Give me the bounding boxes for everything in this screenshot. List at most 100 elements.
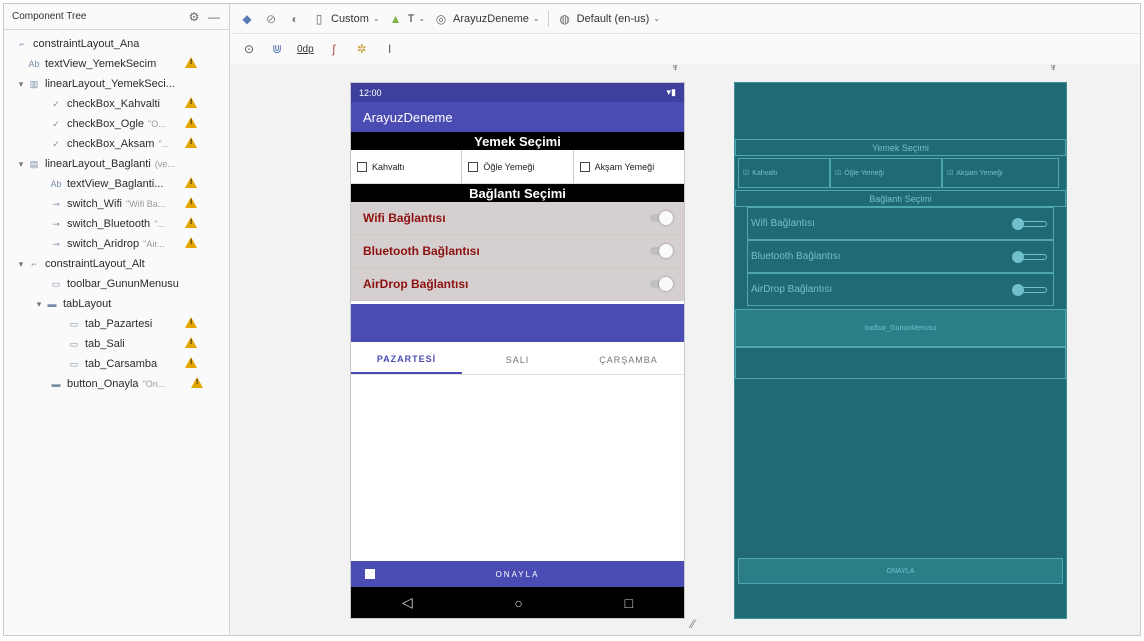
constraint-layout-icon: ⌐	[31, 259, 37, 269]
back-icon[interactable]: ◁	[402, 594, 413, 611]
tab-layout: PAZARTESİ SALI ÇARŞAMBA	[351, 345, 684, 375]
device-selector[interactable]: ▯ Custom ⌄	[311, 11, 380, 27]
chevron-down-icon[interactable]: ▾	[16, 159, 26, 170]
blueprint-baglanti-title: Bağlantı Seçimi	[735, 190, 1066, 207]
tree-item-tab-pazartesi[interactable]: ▭ tab_Pazartesi	[4, 314, 229, 334]
tree-item-checkbox-aksam[interactable]: ✓ checkBox_Aksam "...	[4, 134, 229, 154]
tree-item-constraintlayout-ana[interactable]: ⌐ constraintLayout_Ana	[4, 34, 229, 54]
button-icon: ▬	[51, 379, 61, 389]
tree-item-switch-bluetooth[interactable]: ⊸ switch_Bluetooth "...	[4, 214, 229, 234]
resize-handle-icon[interactable]: ⁄⁄	[691, 617, 695, 631]
checkbox-box	[357, 161, 367, 172]
tree-item-linearlayout-baglanti[interactable]: ▾ ▤ linearLayout_Baglanti (ve...	[4, 154, 229, 174]
tab-icon: ▭	[69, 338, 79, 349]
toggle-switch[interactable]	[650, 244, 673, 258]
textview-icon: Ab	[28, 59, 40, 69]
tree-item-linearlayout-yemeksecim[interactable]: ▾ ▥ linearLayout_YemekSeci...	[4, 74, 229, 94]
toggle-switch[interactable]	[650, 277, 673, 291]
infer-constraints-icon[interactable]: ✲	[354, 41, 370, 57]
tree-item-toolbar-gununmenusu[interactable]: ▭ toolbar_GununMenusu	[4, 274, 229, 294]
checkbox-aksam[interactable]: Akşam Yemeği	[574, 150, 684, 183]
checkbox-icon: ☑	[947, 170, 954, 177]
theme-selector[interactable]: ◎ ArayuzDeneme ⌄	[433, 11, 540, 27]
warning-icon[interactable]	[191, 377, 203, 388]
clear-constraints-icon[interactable]: ʃ	[326, 41, 342, 57]
chevron-down-icon[interactable]: ▾	[16, 259, 26, 270]
blueprint-checkbox-ogle: ☑ Öğle Yemeği	[830, 158, 942, 188]
blueprint-preview[interactable]: Yemek Seçimi ☑ Kahvaltı ☑ Öğle Yemeği ☑ Akş…	[734, 82, 1067, 619]
default-margin-button[interactable]: 0dp	[297, 44, 314, 55]
tree-item-tablayout[interactable]: ▾ ▬ tabLayout	[4, 294, 229, 314]
tree-item-checkbox-kahvalti[interactable]: ✓ checkBox_Kahvalti	[4, 94, 229, 114]
switch-icon: ⊸	[52, 218, 60, 229]
warning-icon[interactable]	[185, 57, 197, 68]
warning-icon[interactable]	[185, 177, 197, 188]
constraint-toolbar: ⊙ ⋓ 0dp ʃ ✲ I	[231, 35, 1140, 63]
home-icon[interactable]: ○	[514, 595, 522, 611]
switch-wifi[interactable]: Wifi Bağlantısı	[351, 202, 684, 235]
blueprint-tablayout	[735, 347, 1066, 379]
switch-bluetooth[interactable]: Bluetooth Bağlantısı	[351, 235, 684, 268]
linear-layout-icon: ▥	[29, 78, 39, 89]
checkbox-kahvalti[interactable]: Kahvaltı	[351, 150, 463, 183]
navigation-bar: ◁ ○ □	[351, 587, 684, 618]
layers-icon[interactable]: ◆	[239, 11, 255, 27]
tree-item-tab-carsamba[interactable]: ▭ tab_Carsamba	[4, 354, 229, 374]
tree-item-textview-baglanti[interactable]: Ab textView_Baglanti...	[4, 174, 229, 194]
blueprint-onayla-button: ONAYLA	[738, 558, 1063, 584]
phone-design-preview[interactable]: 12:00 ▾▮ ArayuzDeneme Yemek Seçimi Kahva…	[350, 82, 685, 619]
chevron-down-icon[interactable]: ▾	[34, 299, 44, 310]
chevron-down-icon[interactable]: ▾	[16, 79, 26, 90]
warning-icon[interactable]	[185, 317, 197, 328]
tree-item-checkbox-ogle[interactable]: ✓ checkBox_Ogle "O...	[4, 114, 229, 134]
constraint-layout-icon: ⌐	[19, 39, 25, 49]
chevron-down-icon: ⌄	[653, 14, 661, 23]
switch-airdrop[interactable]: AirDrop Bağlantısı	[351, 268, 684, 301]
settings-icon[interactable]: ⚙	[187, 10, 201, 24]
recents-icon[interactable]: □	[625, 595, 633, 611]
checkbox-box	[468, 161, 479, 172]
status-time: 12:00	[359, 87, 382, 98]
warning-icon[interactable]	[185, 217, 197, 228]
warning-icon[interactable]	[185, 197, 197, 208]
onayla-button[interactable]: ONAYLA	[351, 561, 684, 587]
layout-editor: Component Tree ⚙ — ⌐ constraintLayout_An…	[3, 3, 1141, 636]
eye-icon[interactable]: ⊙	[241, 41, 257, 57]
warning-icon[interactable]	[185, 337, 197, 348]
warning-icon[interactable]	[185, 137, 197, 148]
pin-icon: ♆	[671, 62, 680, 74]
tree-item-tab-sali[interactable]: ▭ tab_Sali	[4, 334, 229, 354]
blueprint-checkbox-kahvalti: ☑ Kahvaltı	[738, 158, 830, 188]
theme-icon: ◎	[435, 11, 447, 26]
orientation-icon[interactable]: ⊘	[263, 11, 279, 27]
locale-selector[interactable]: ◍ Default (en-us) ⌄	[557, 11, 660, 27]
tree-item-switch-aridrop[interactable]: ⊸ switch_Aridrop "Air...	[4, 234, 229, 254]
toggle-switch	[1012, 217, 1047, 230]
tree-item-constraintlayout-alt[interactable]: ▾ ⌐ constraintLayout_Alt	[4, 254, 229, 274]
blueprint-yemek-title: Yemek Seçimi	[735, 139, 1066, 156]
warning-icon[interactable]	[185, 117, 197, 128]
design-toolbar: ◆ ⊘ ◐ ▯ Custom ⌄ ▲ T ⌄ ◎ ArayuzDeneme ⌄ ◍ D…	[231, 4, 1140, 34]
warning-icon[interactable]	[185, 357, 197, 368]
toggle-switch[interactable]	[650, 211, 673, 225]
tree-item-textview-yemeksecim[interactable]: Ab textView_YemekSecim	[4, 54, 229, 74]
api-selector[interactable]: ▲ T ⌄	[388, 11, 425, 27]
tab-icon: ▭	[69, 358, 79, 369]
tab-pazartesi[interactable]: PAZARTESİ	[351, 345, 462, 374]
toggle-switch	[1012, 283, 1047, 296]
component-tree-title: Component Tree	[12, 11, 87, 22]
tab-carsamba[interactable]: ÇARŞAMBA	[573, 345, 684, 374]
toolbar-gunun-menusu[interactable]	[351, 304, 684, 342]
tree-item-switch-wifi[interactable]: ⊸ switch_Wifi "Wifi Ba...	[4, 194, 229, 214]
magnet-icon[interactable]: ⋓	[269, 41, 285, 57]
blueprint-switch-airdrop: AirDrop Bağlantısı	[747, 273, 1054, 306]
collapse-icon[interactable]: —	[207, 10, 221, 24]
app-title: ArayuzDeneme	[363, 109, 453, 125]
warning-icon[interactable]	[185, 97, 197, 108]
checkbox-ogle[interactable]: Öğle Yemeği	[462, 150, 574, 183]
tab-sali[interactable]: SALI	[462, 345, 573, 374]
warning-icon[interactable]	[185, 237, 197, 248]
night-mode-icon[interactable]: ◐	[287, 11, 303, 27]
tree-item-button-onayla[interactable]: ▬ button_Onayla "On...	[4, 374, 229, 394]
guidelines-icon[interactable]: I	[382, 41, 398, 57]
